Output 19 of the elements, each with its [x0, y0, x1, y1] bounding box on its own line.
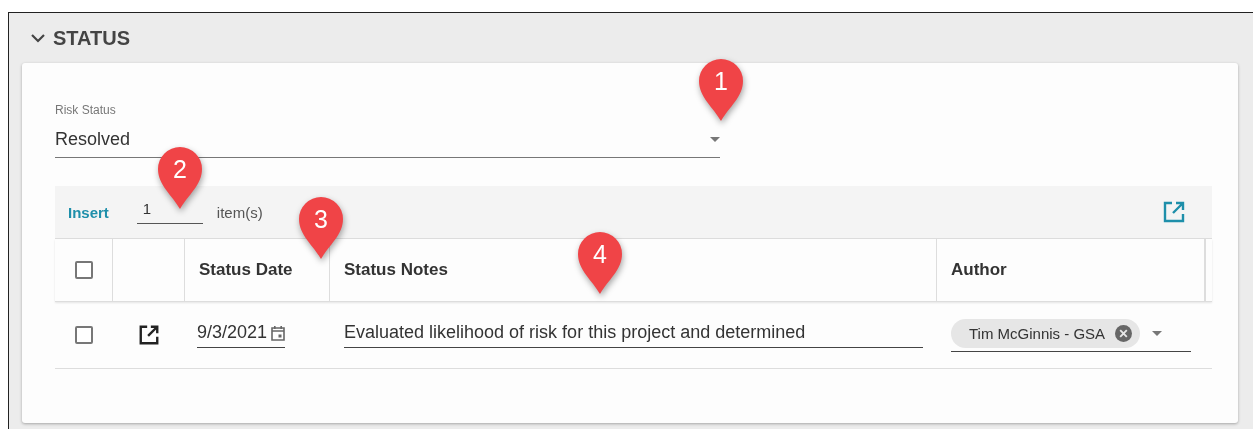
chip-label: Tim McGinnis - GSA [969, 324, 1106, 342]
column-header[interactable]: Author [951, 260, 1007, 280]
chevron-down-icon[interactable] [31, 33, 45, 43]
select-value: Resolved [55, 129, 131, 150]
author-select[interactable]: Tim McGinnis - GSA [951, 318, 1191, 352]
checkbox[interactable] [75, 326, 93, 344]
dropdown-caret-icon [710, 137, 720, 142]
external-link-icon[interactable] [138, 324, 160, 346]
checkbox[interactable] [74, 261, 93, 279]
calendar-icon[interactable] [271, 324, 286, 341]
date-field[interactable]: 9/3/2021 [197, 322, 286, 348]
field-label: Risk Status [55, 103, 117, 117]
dropdown-caret-icon [1152, 330, 1163, 336]
remove-icon[interactable] [1115, 324, 1133, 342]
column-header[interactable]: Status Date [199, 260, 293, 280]
section-title: STATUS [53, 26, 131, 50]
items-label: item(s) [216, 203, 263, 221]
notes-field[interactable]: Evaluated likelihood of risk for this project and determined [344, 322, 923, 348]
column-header[interactable]: Status Notes [344, 260, 448, 280]
